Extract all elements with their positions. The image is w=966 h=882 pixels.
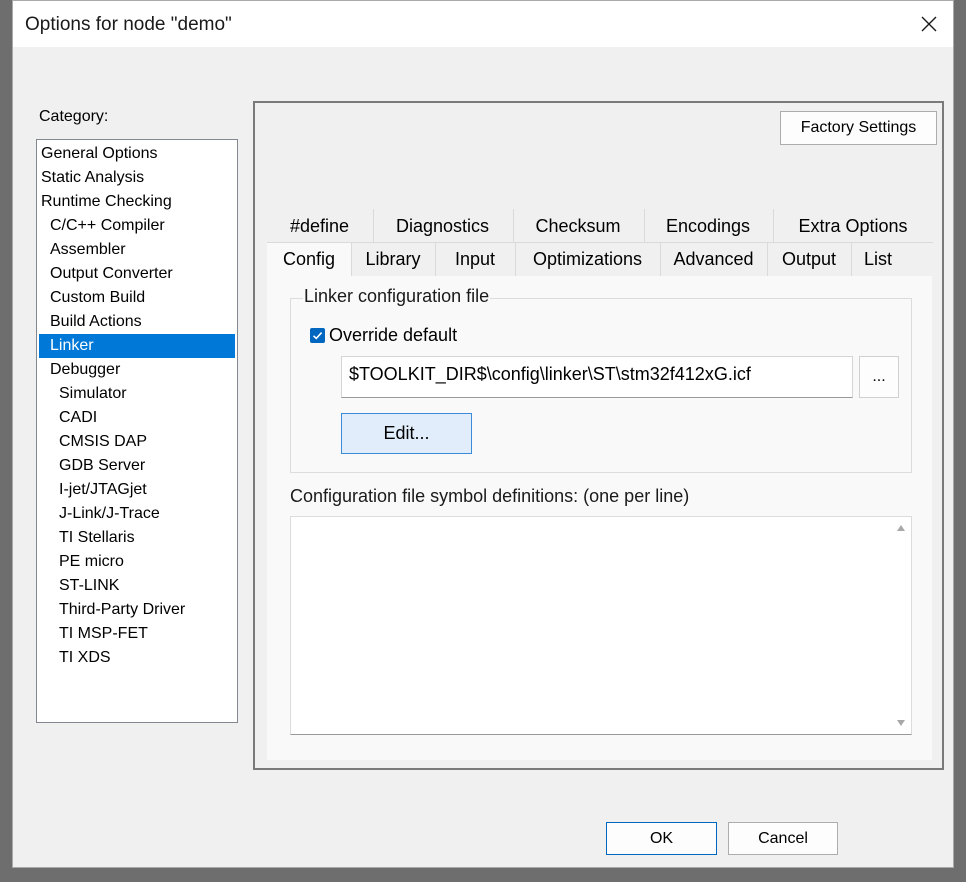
category-item-build-actions[interactable]: Build Actions: [37, 310, 237, 334]
category-item-cadi[interactable]: CADI: [37, 406, 237, 430]
category-item-custom-build[interactable]: Custom Build: [37, 286, 237, 310]
category-item-i-jet-jtagjet[interactable]: I-jet/JTAGjet: [37, 478, 237, 502]
tab-separator: [373, 209, 374, 243]
symbol-definitions-textarea[interactable]: [290, 516, 912, 735]
category-item-pe-micro[interactable]: PE micro: [37, 550, 237, 574]
tab-checksum[interactable]: Checksum: [513, 209, 643, 243]
category-item-simulator[interactable]: Simulator: [37, 382, 237, 406]
category-item-ti-stellaris[interactable]: TI Stellaris: [37, 526, 237, 550]
category-item-ti-msp-fet[interactable]: TI MSP-FET: [37, 622, 237, 646]
tab-define[interactable]: #define: [267, 209, 372, 243]
vertical-scrollbar[interactable]: [895, 525, 907, 726]
tab-encodings[interactable]: Encodings: [644, 209, 772, 243]
category-item-general-options[interactable]: General Options: [37, 142, 237, 166]
config-tab-content: Linker configuration file Override defau…: [267, 276, 932, 760]
checkmark-icon: [312, 332, 323, 340]
tab-row-divider: [267, 242, 933, 243]
symbol-definitions-label: Configuration file symbol definitions: (…: [290, 486, 690, 506]
category-item-cmsis-dap[interactable]: CMSIS DAP: [37, 430, 237, 454]
category-list[interactable]: General Options Static Analysis Runtime Ch…: [36, 139, 238, 723]
close-icon: [921, 16, 937, 32]
category-item-assembler[interactable]: Assembler: [37, 238, 237, 262]
tab-separator: [351, 243, 352, 276]
override-default-label[interactable]: Override default: [329, 325, 457, 346]
category-item-st-link[interactable]: ST-LINK: [37, 574, 237, 598]
category-item-linker[interactable]: Linker: [39, 334, 235, 358]
edit-button[interactable]: Edit...: [341, 413, 472, 454]
scroll-down-arrow-icon[interactable]: [897, 720, 905, 726]
category-item-ti-xds[interactable]: TI XDS: [37, 646, 237, 670]
tab-extra-options[interactable]: Extra Options: [773, 209, 933, 243]
title-bar: Options for node "demo": [13, 1, 953, 47]
category-item-static-analysis[interactable]: Static Analysis: [37, 166, 237, 190]
tab-separator: [644, 209, 645, 243]
tab-separator: [513, 209, 514, 243]
tab-output[interactable]: Output: [767, 243, 851, 276]
tab-diagnostics[interactable]: Diagnostics: [373, 209, 512, 243]
tab-config[interactable]: Config: [267, 243, 351, 276]
category-item-gdb-server[interactable]: GDB Server: [37, 454, 237, 478]
close-button[interactable]: [909, 5, 949, 43]
browse-button[interactable]: ...: [859, 356, 899, 398]
category-item-j-link-j-trace[interactable]: J-Link/J-Trace: [37, 502, 237, 526]
factory-settings-button[interactable]: Factory Settings: [780, 111, 937, 145]
tab-library[interactable]: Library: [351, 243, 435, 276]
tab-separator: [851, 243, 852, 276]
category-item-c-c-compiler[interactable]: C/C++ Compiler: [37, 214, 237, 238]
tab-input[interactable]: Input: [435, 243, 515, 276]
tab-list[interactable]: List: [851, 243, 905, 276]
ok-button[interactable]: OK: [606, 822, 717, 855]
category-item-third-party-driver[interactable]: Third-Party Driver: [37, 598, 237, 622]
options-panel: Factory Settings #define Diagnostics Check…: [253, 101, 944, 770]
config-file-path-input[interactable]: $TOOLKIT_DIR$\config\linker\ST\stm32f412…: [341, 356, 853, 398]
linker-config-group-title: Linker configuration file: [303, 286, 491, 307]
tab-separator: [435, 243, 436, 276]
cancel-button[interactable]: Cancel: [728, 822, 838, 855]
override-default-checkbox[interactable]: [310, 328, 325, 343]
window-title: Options for node "demo": [25, 14, 232, 35]
tab-optimizations[interactable]: Optimizations: [515, 243, 660, 276]
category-item-runtime-checking[interactable]: Runtime Checking: [37, 190, 237, 214]
tab-advanced[interactable]: Advanced: [660, 243, 767, 276]
category-label: Category:: [39, 108, 109, 125]
tab-separator: [660, 243, 661, 276]
category-item-output-converter[interactable]: Output Converter: [37, 262, 237, 286]
tab-separator: [767, 243, 768, 276]
tab-separator: [773, 209, 774, 243]
scroll-up-arrow-icon[interactable]: [897, 525, 905, 531]
tab-separator: [515, 243, 516, 276]
category-item-debugger[interactable]: Debugger: [37, 358, 237, 382]
options-dialog: Options for node "demo" Category: Genera…: [12, 0, 954, 868]
